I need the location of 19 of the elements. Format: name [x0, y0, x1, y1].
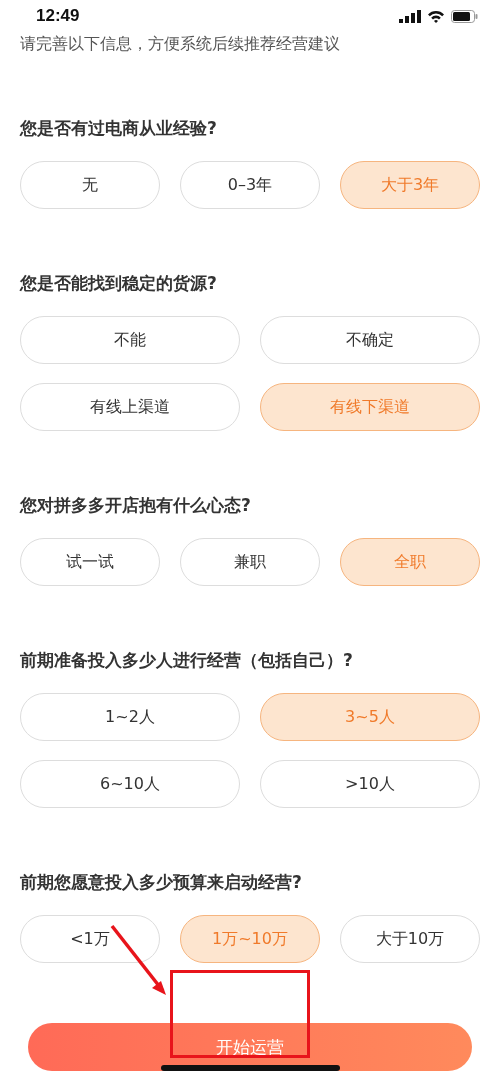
option-button[interactable]: 6~10人	[20, 760, 240, 808]
option-button[interactable]: 大于10万	[340, 915, 480, 963]
intro-text: 请完善以下信息，方便系统后续推荐经营建议	[19, 33, 341, 54]
question-title: 您对拼多多开店抱有什么心态?	[20, 494, 252, 517]
question-title: 前期准备投入多少人进行经营（包括自己）?	[20, 649, 354, 672]
question-title: 您是否能找到稳定的货源?	[20, 272, 218, 295]
option-button[interactable]: 0–3年	[180, 161, 320, 209]
option-button[interactable]: 1~2人	[20, 693, 240, 741]
option-button[interactable]: 无	[20, 161, 160, 209]
option-button[interactable]: 有线上渠道	[20, 383, 240, 431]
status-time: 12:49	[36, 6, 80, 26]
question-title: 您是否有过电商从业经验?	[20, 117, 218, 140]
option-button[interactable]: 试一试	[20, 538, 160, 586]
option-button[interactable]: >10人	[260, 760, 480, 808]
option-button[interactable]: 兼职	[180, 538, 320, 586]
option-button[interactable]: 不确定	[260, 316, 480, 364]
option-button[interactable]: 不能	[20, 316, 240, 364]
option-button[interactable]: <1万	[20, 915, 160, 963]
question-title: 前期您愿意投入多少预算来启动经营?	[20, 871, 303, 894]
